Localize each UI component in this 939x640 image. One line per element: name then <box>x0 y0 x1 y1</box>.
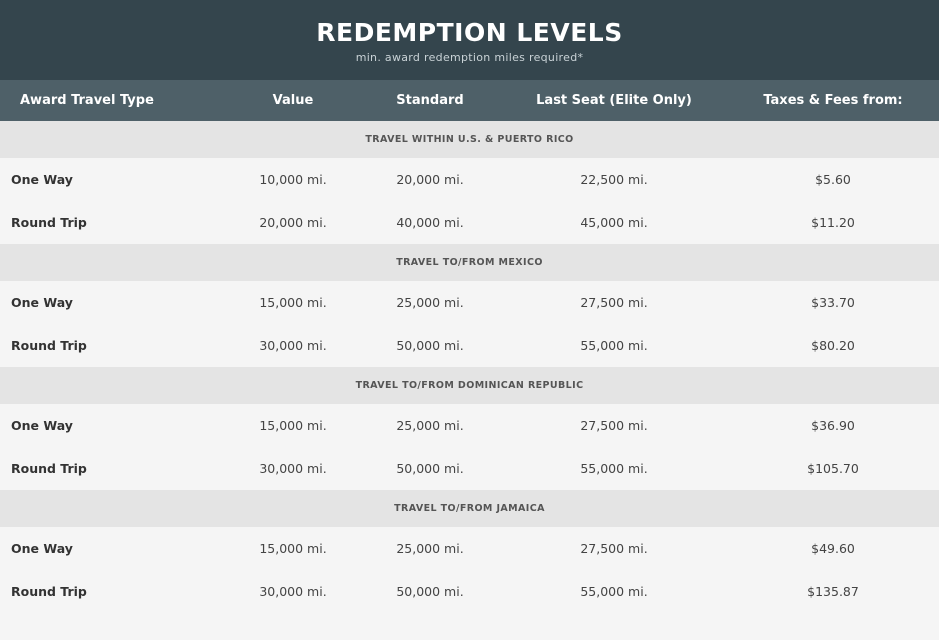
column-header-award-travel-type: Award Travel Type <box>20 93 154 108</box>
taxes-cell: $33.70 <box>811 295 855 310</box>
value-cell: 30,000 mi. <box>259 461 327 476</box>
award-type-cell: Round Trip <box>11 215 87 230</box>
table-row: Round Trip 30,000 mi. 50,000 mi. 55,000 … <box>0 324 939 367</box>
section-header-jamaica: TRAVEL TO/FROM JAMAICA <box>0 490 939 527</box>
last-seat-cell: 22,500 mi. <box>580 172 648 187</box>
value-cell: 10,000 mi. <box>259 172 327 187</box>
value-cell: 30,000 mi. <box>259 584 327 599</box>
standard-cell: 25,000 mi. <box>396 541 464 556</box>
award-type-cell: One Way <box>11 295 73 310</box>
section-header-dominican-republic: TRAVEL TO/FROM DOMINICAN REPUBLIC <box>0 367 939 404</box>
standard-cell: 25,000 mi. <box>396 295 464 310</box>
last-seat-cell: 55,000 mi. <box>580 338 648 353</box>
value-cell: 20,000 mi. <box>259 215 327 230</box>
table-row: One Way 15,000 mi. 25,000 mi. 27,500 mi.… <box>0 281 939 324</box>
value-cell: 15,000 mi. <box>259 541 327 556</box>
last-seat-cell: 27,500 mi. <box>580 295 648 310</box>
taxes-cell: $5.60 <box>815 172 851 187</box>
taxes-cell: $11.20 <box>811 215 855 230</box>
last-seat-cell: 45,000 mi. <box>580 215 648 230</box>
award-type-cell: Round Trip <box>11 584 87 599</box>
table-row: One Way 15,000 mi. 25,000 mi. 27,500 mi.… <box>0 404 939 447</box>
last-seat-cell: 27,500 mi. <box>580 418 648 433</box>
taxes-cell: $49.60 <box>811 541 855 556</box>
last-seat-cell: 27,500 mi. <box>580 541 648 556</box>
last-seat-cell: 55,000 mi. <box>580 461 648 476</box>
value-cell: 30,000 mi. <box>259 338 327 353</box>
table-row: Round Trip 30,000 mi. 50,000 mi. 55,000 … <box>0 570 939 613</box>
award-type-cell: One Way <box>11 172 73 187</box>
award-type-cell: Round Trip <box>11 338 87 353</box>
value-cell: 15,000 mi. <box>259 418 327 433</box>
award-type-cell: One Way <box>11 541 73 556</box>
page-header: REDEMPTION LEVELS min. award redemption … <box>0 0 939 80</box>
last-seat-cell: 55,000 mi. <box>580 584 648 599</box>
page-title: REDEMPTION LEVELS <box>316 18 623 47</box>
table-row: One Way 10,000 mi. 20,000 mi. 22,500 mi.… <box>0 158 939 201</box>
value-cell: 15,000 mi. <box>259 295 327 310</box>
table-row: Round Trip 20,000 mi. 40,000 mi. 45,000 … <box>0 201 939 244</box>
column-header-taxes-fees: Taxes & Fees from: <box>763 93 903 108</box>
section-header-us-puerto-rico: TRAVEL WITHIN U.S. & PUERTO RICO <box>0 121 939 158</box>
table-header-row: Award Travel Type Value Standard Last Se… <box>0 80 939 121</box>
section-header-mexico: TRAVEL TO/FROM MEXICO <box>0 244 939 281</box>
award-type-cell: Round Trip <box>11 461 87 476</box>
column-header-last-seat: Last Seat (Elite Only) <box>536 93 692 108</box>
standard-cell: 50,000 mi. <box>396 584 464 599</box>
award-type-cell: One Way <box>11 418 73 433</box>
column-header-standard: Standard <box>396 93 464 108</box>
standard-cell: 50,000 mi. <box>396 338 464 353</box>
taxes-cell: $36.90 <box>811 418 855 433</box>
redemption-levels-page: REDEMPTION LEVELS min. award redemption … <box>0 0 939 640</box>
table-row: One Way 15,000 mi. 25,000 mi. 27,500 mi.… <box>0 527 939 570</box>
standard-cell: 40,000 mi. <box>396 215 464 230</box>
standard-cell: 25,000 mi. <box>396 418 464 433</box>
standard-cell: 50,000 mi. <box>396 461 464 476</box>
table-row: Round Trip 30,000 mi. 50,000 mi. 55,000 … <box>0 447 939 490</box>
taxes-cell: $135.87 <box>807 584 859 599</box>
column-header-value: Value <box>272 93 314 108</box>
standard-cell: 20,000 mi. <box>396 172 464 187</box>
taxes-cell: $80.20 <box>811 338 855 353</box>
taxes-cell: $105.70 <box>807 461 859 476</box>
page-subtitle: min. award redemption miles required* <box>355 51 584 64</box>
